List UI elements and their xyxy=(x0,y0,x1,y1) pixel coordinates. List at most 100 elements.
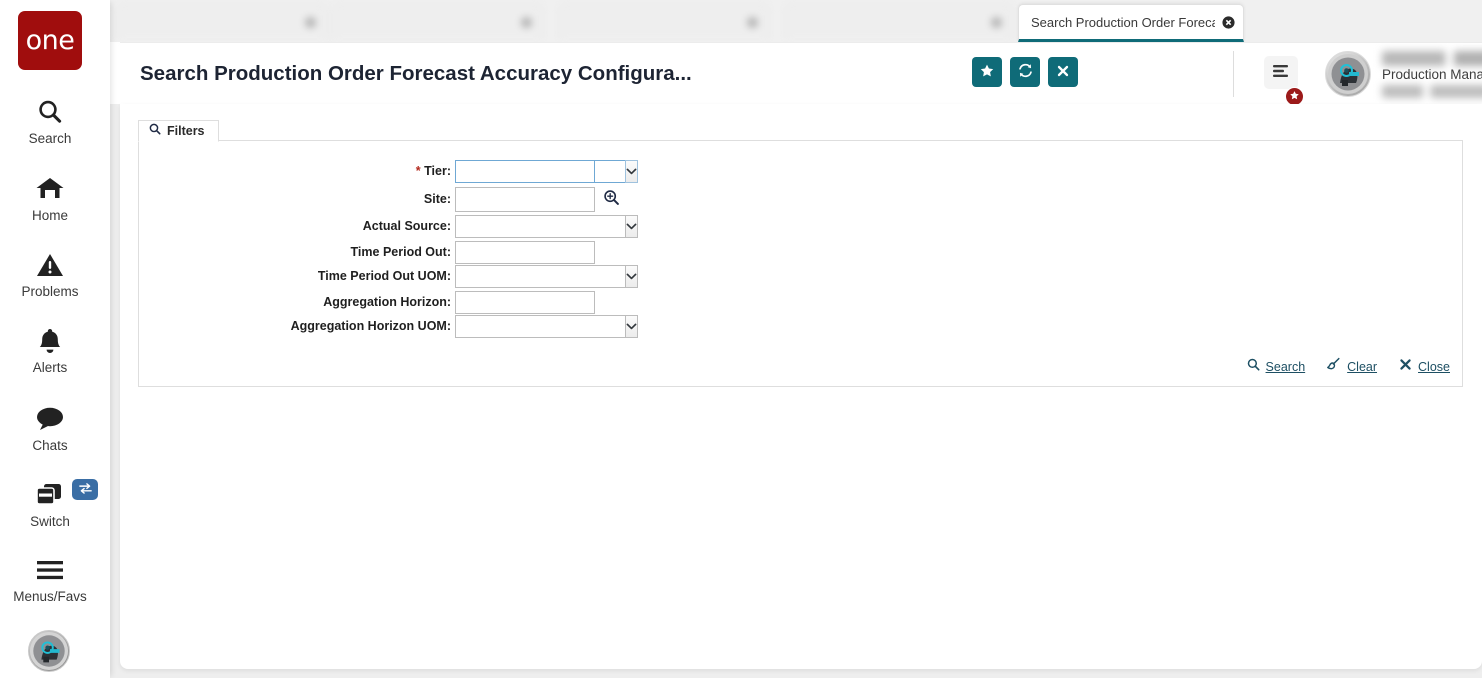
label-text: Tier: xyxy=(424,164,451,178)
tier-input[interactable] xyxy=(455,159,625,183)
sidebar-item-label: Search xyxy=(28,131,72,146)
site-input[interactable] xyxy=(455,186,595,212)
label-text: Actual Source: xyxy=(362,219,451,233)
filters-panel: Filters * Tier: Site: Actual Source: Tim… xyxy=(138,120,1463,387)
tab-inactive-2[interactable] xyxy=(334,5,542,38)
close-link[interactable]: Close xyxy=(1399,358,1450,376)
filter-action-links: Search Clear Close xyxy=(1247,357,1450,376)
content-card: Filters * Tier: Site: Actual Source: Tim… xyxy=(120,104,1482,669)
sidebar-item-problems[interactable]: Problems xyxy=(0,248,100,299)
magnifier-plus-icon xyxy=(603,189,620,209)
sidebar-item-home[interactable]: Home xyxy=(0,172,100,223)
search-icon xyxy=(36,95,64,129)
search-link-label: Search xyxy=(1265,359,1306,374)
select-time-period-out-uom[interactable] xyxy=(455,264,638,288)
aggregation-horizon-input[interactable] xyxy=(455,290,595,314)
refresh-button[interactable] xyxy=(1010,57,1040,87)
user-profile[interactable]: Production Manager xyxy=(1325,51,1482,98)
time-period-out-input[interactable] xyxy=(455,240,595,264)
tab-filters-label: Filters xyxy=(167,124,205,138)
chevron-down-icon[interactable] xyxy=(625,159,638,183)
user-organization xyxy=(1382,84,1482,98)
favorite-button[interactable] xyxy=(972,57,1002,87)
tab-inactive-4[interactable] xyxy=(786,5,1012,38)
select-tier[interactable] xyxy=(455,159,638,183)
user-text-block: Production Manager xyxy=(1382,51,1482,98)
app-logo[interactable]: one xyxy=(18,11,82,70)
label-site: Site: xyxy=(139,192,455,206)
swap-arrows-icon xyxy=(78,481,93,499)
left-sidebar: one Search Home Problems Alerts Chats Sw… xyxy=(0,0,110,678)
time-period-out-uom-input[interactable] xyxy=(455,264,625,288)
sidebar-item-search[interactable]: Search xyxy=(0,95,100,146)
chat-bubble-icon xyxy=(35,402,65,436)
control-tier xyxy=(455,159,638,183)
control-time-period-out-uom xyxy=(455,264,638,288)
sidebar-item-alerts[interactable]: Alerts xyxy=(0,324,100,375)
app-logo-text: one xyxy=(25,25,75,56)
clear-link[interactable]: Clear xyxy=(1327,357,1377,376)
required-asterisk: * xyxy=(415,164,421,178)
sidebar-item-menus-favs[interactable]: Menus/Favs xyxy=(0,553,100,604)
page-header: Search Production Order Forecast Accurac… xyxy=(120,42,1482,106)
label-text: Aggregation Horizon UOM: xyxy=(290,319,451,333)
tab-inactive-1[interactable] xyxy=(118,5,326,38)
select-aggregation-horizon-uom[interactable] xyxy=(455,314,638,338)
search-icon xyxy=(149,122,161,140)
user-name xyxy=(1382,51,1482,66)
broom-icon xyxy=(1327,357,1341,376)
field-row-site: Site: xyxy=(139,186,621,212)
search-link[interactable]: Search xyxy=(1247,358,1306,376)
tab-title: Search Production Order Foreca... xyxy=(1031,14,1215,30)
chevron-down-icon[interactable] xyxy=(625,264,638,288)
field-row-aggregation-horizon-uom: Aggregation Horizon UOM: xyxy=(139,314,638,338)
sidebar-item-label: Menus/Favs xyxy=(13,589,87,604)
sidebar-item-label: Alerts xyxy=(32,360,68,375)
close-icon xyxy=(1056,64,1070,81)
label-text: Time Period Out UOM: xyxy=(317,269,451,283)
browser-tab-strip: Search Production Order Foreca... xyxy=(110,0,1482,42)
control-aggregation-horizon-uom xyxy=(455,314,638,338)
label-text: Site: xyxy=(423,192,451,206)
avatar xyxy=(1325,51,1371,98)
close-icon[interactable] xyxy=(1222,15,1235,29)
close-link-label: Close xyxy=(1418,359,1450,374)
switch-badge[interactable] xyxy=(72,479,98,500)
sidebar-item-chats[interactable]: Chats xyxy=(0,402,100,453)
aggregation-horizon-uom-input[interactable] xyxy=(455,314,625,338)
sidebar-item-label: Switch xyxy=(30,514,70,529)
control-actual-source xyxy=(455,214,638,238)
control-site xyxy=(455,186,621,212)
chevron-down-icon[interactable] xyxy=(625,214,638,238)
actual-source-input[interactable] xyxy=(455,214,625,238)
close-icon[interactable] xyxy=(520,16,533,29)
tab-active-search-production-order-forecast[interactable]: Search Production Order Foreca... xyxy=(1018,4,1244,42)
control-aggregation-horizon xyxy=(455,290,595,314)
refresh-icon xyxy=(1017,62,1034,82)
tab-inactive-3[interactable] xyxy=(560,5,768,38)
label-time-period-out-uom: Time Period Out UOM: xyxy=(139,269,455,283)
sidebar-item-label: Home xyxy=(31,208,68,223)
header-divider xyxy=(1233,51,1234,97)
menus-favorites-button[interactable] xyxy=(1264,56,1298,89)
field-row-aggregation-horizon: Aggregation Horizon: xyxy=(139,290,595,314)
label-text: Aggregation Horizon: xyxy=(323,295,451,309)
home-icon xyxy=(35,172,65,206)
field-row-tier: * Tier: xyxy=(139,159,638,183)
site-lookup-button[interactable] xyxy=(601,189,621,209)
label-aggregation-horizon: Aggregation Horizon: xyxy=(139,295,455,309)
close-button[interactable] xyxy=(1048,57,1078,87)
label-actual-source: Actual Source: xyxy=(139,219,455,233)
select-actual-source[interactable] xyxy=(455,214,638,238)
clear-link-label: Clear xyxy=(1347,359,1378,374)
field-row-time-period-out-uom: Time Period Out UOM: xyxy=(139,264,638,288)
label-time-period-out: Time Period Out: xyxy=(139,245,455,259)
close-icon[interactable] xyxy=(990,16,1003,29)
chevron-down-icon[interactable] xyxy=(625,314,638,338)
close-icon[interactable] xyxy=(746,16,759,29)
sidebar-avatar[interactable] xyxy=(28,630,70,672)
header-action-buttons xyxy=(972,57,1078,87)
field-row-time-period-out: Time Period Out: xyxy=(139,240,595,264)
tab-filters[interactable]: Filters xyxy=(138,120,219,142)
close-icon[interactable] xyxy=(304,16,317,29)
